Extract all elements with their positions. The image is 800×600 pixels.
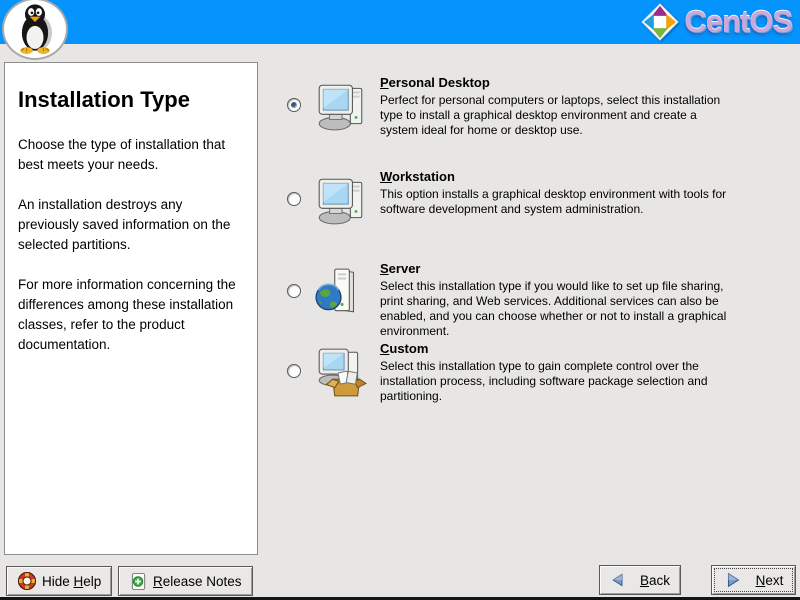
hide-help-button[interactable]: Hide Help: [6, 566, 112, 596]
help-paragraph: An installation destroys any previously …: [18, 195, 243, 255]
option-description: Perfect for personal computers or laptop…: [380, 93, 735, 138]
option-personal-desktop[interactable]: Personal Desktop Perfect for personal co…: [287, 74, 747, 138]
installer-window: CentOS Installation Type Choose the type…: [0, 0, 800, 600]
arrow-left-icon: [610, 571, 626, 589]
release-notes-label: Release Notes: [153, 574, 242, 589]
option-description: This option installs a graphical desktop…: [380, 187, 735, 217]
option-custom[interactable]: Custom Select this installation type to …: [287, 340, 747, 404]
option-workstation[interactable]: Workstation This option installs a graph…: [287, 168, 747, 232]
radio-personal-desktop[interactable]: [287, 98, 301, 112]
option-label: Personal Desktop: [380, 75, 747, 90]
next-button[interactable]: Next: [711, 565, 796, 595]
radio-server[interactable]: [287, 284, 301, 298]
option-text: Custom Select this installation type to …: [380, 340, 747, 404]
help-paragraph: Choose the type of installation that bes…: [18, 135, 243, 175]
back-button[interactable]: Back: [599, 565, 681, 595]
hide-help-label: Hide Help: [42, 574, 101, 589]
option-text: Workstation This option installs a graph…: [380, 168, 747, 217]
tux-penguin-icon: [10, 2, 60, 56]
radio-custom[interactable]: [287, 364, 301, 378]
centos-brand: CentOS: [641, 3, 792, 41]
option-label: Workstation: [380, 169, 747, 184]
option-text: Server Select this installation type if …: [380, 260, 747, 339]
option-label: Server: [380, 261, 747, 276]
option-label: Custom: [380, 341, 747, 356]
release-notes-icon: [129, 572, 148, 591]
computer-package-box-icon: [314, 340, 380, 404]
page-title: Installation Type: [18, 87, 243, 113]
server-globe-icon: [314, 260, 380, 324]
desktop-computer-icon: [314, 168, 380, 232]
help-paragraph: For more information concerning the diff…: [18, 275, 243, 355]
help-panel: Installation Type Choose the type of ins…: [4, 62, 258, 555]
option-description: Select this installation type to gain co…: [380, 359, 735, 404]
option-server[interactable]: Server Select this installation type if …: [287, 260, 747, 339]
next-label: Next: [756, 573, 784, 588]
option-text: Personal Desktop Perfect for personal co…: [380, 74, 747, 138]
desktop-computer-icon: [314, 74, 380, 138]
arrow-right-icon: [724, 571, 742, 589]
tux-logo-badge: [2, 0, 68, 60]
radio-workstation[interactable]: [287, 192, 301, 206]
lifebuoy-help-icon: [17, 571, 37, 591]
brand-name: CentOS: [684, 4, 792, 40]
back-label: Back: [640, 573, 670, 588]
option-description: Select this installation type if you wou…: [380, 279, 735, 339]
centos-pinwheel-icon: [641, 3, 679, 41]
release-notes-button[interactable]: Release Notes: [118, 566, 253, 596]
